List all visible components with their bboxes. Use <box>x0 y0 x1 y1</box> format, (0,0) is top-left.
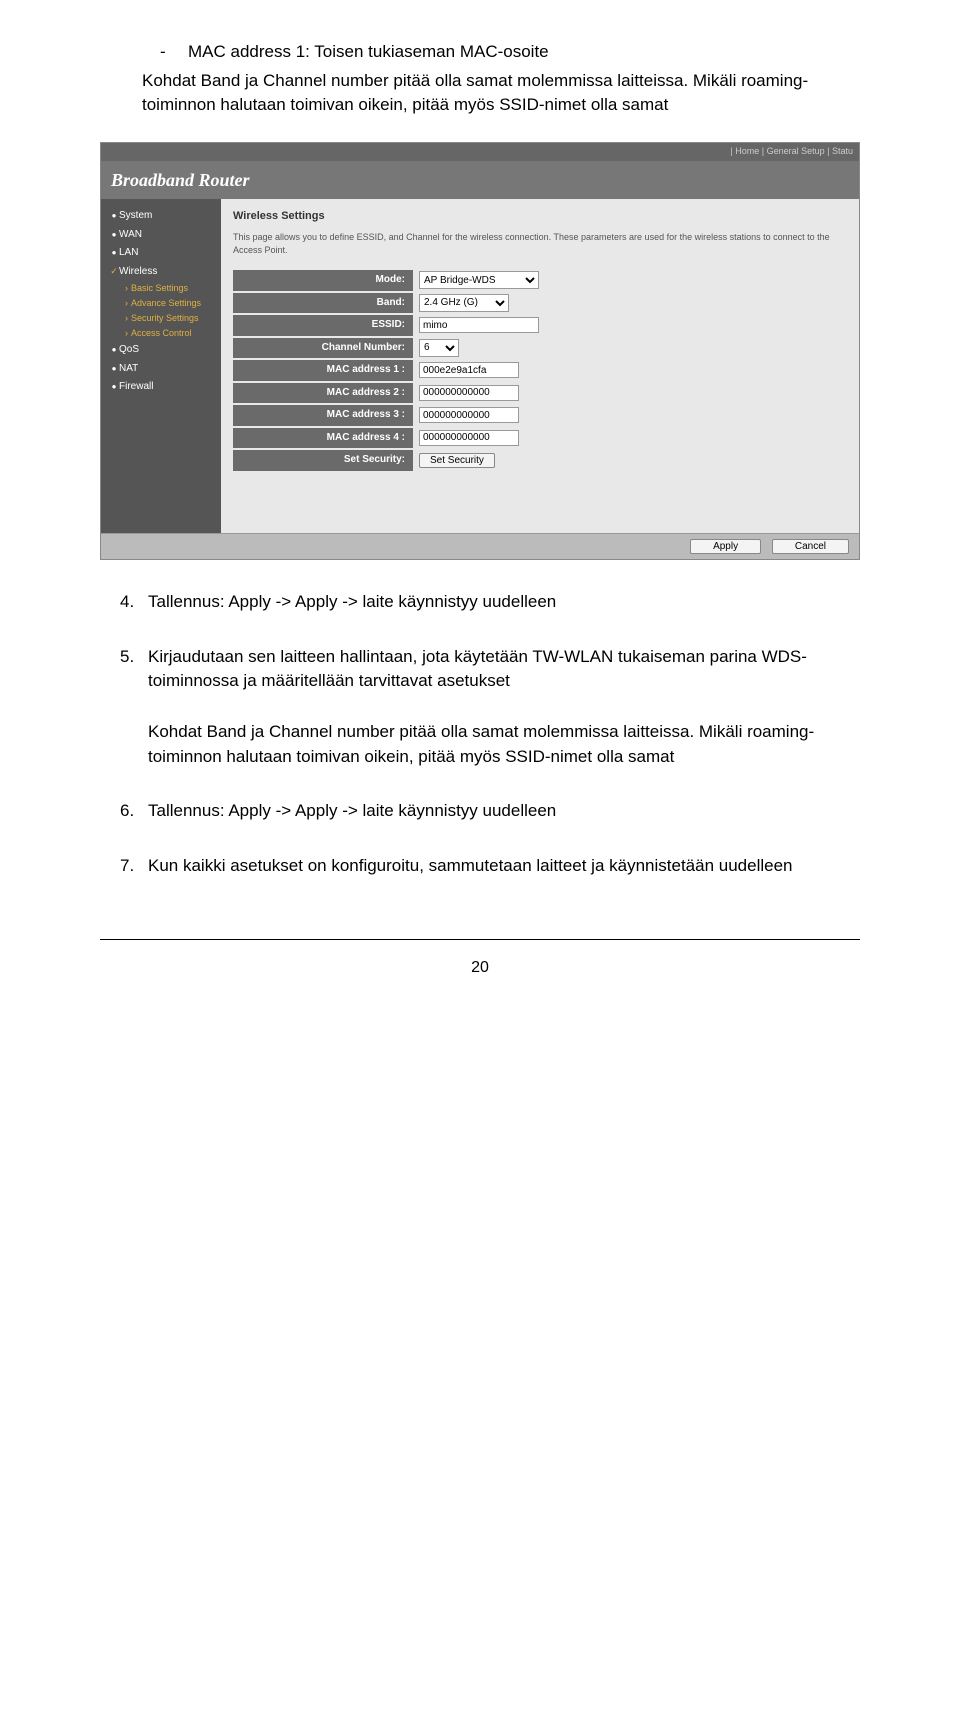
sidebar-label: LAN <box>119 246 138 261</box>
numbered-list: 4. Tallennus: Apply -> Apply -> laite kä… <box>120 590 860 878</box>
label-channel: Channel Number: <box>233 338 413 359</box>
sidebar-item-lan[interactable]: LAN <box>109 244 213 263</box>
list-number: 5. <box>120 645 148 770</box>
router-footer: Apply Cancel <box>101 533 859 560</box>
router-content: Wireless Settings This page allows you t… <box>221 199 859 533</box>
sidebar-item-qos[interactable]: QoS <box>109 341 213 360</box>
router-top-links: | Home | General Setup | Statu <box>101 143 859 161</box>
sidebar-item-system[interactable]: System <box>109 207 213 226</box>
list-item-7: 7. Kun kaikki asetukset on konfiguroitu,… <box>120 854 860 879</box>
sidebar-sub-basic[interactable]: Basic Settings <box>125 281 213 296</box>
bullet-icon <box>109 343 119 358</box>
list-item-4: 4. Tallennus: Apply -> Apply -> laite kä… <box>120 590 860 615</box>
sidebar-label: NAT <box>119 362 138 377</box>
sidebar-item-wan[interactable]: WAN <box>109 226 213 245</box>
router-main: System WAN LAN Wireless Basic Settings A… <box>101 199 859 533</box>
list-body: Tallennus: Apply -> Apply -> laite käynn… <box>148 590 860 615</box>
bullet-text: MAC address 1: Toisen tukiaseman MAC-oso… <box>188 40 860 65</box>
sidebar-sub-access[interactable]: Access Control <box>125 326 213 341</box>
router-brand: Broadband Router <box>101 161 859 199</box>
row-security: Set Security: Set Security <box>233 450 847 471</box>
list-item-6: 6. Tallennus: Apply -> Apply -> laite kä… <box>120 799 860 824</box>
page-divider <box>100 939 860 940</box>
sidebar-label: QoS <box>119 343 139 358</box>
sidebar-label: Firewall <box>119 380 153 395</box>
indent-paragraph: Kohdat Band ja Channel number pitää olla… <box>142 69 860 118</box>
sidebar-item-wireless[interactable]: Wireless <box>109 263 213 282</box>
page-number: 20 <box>100 956 860 979</box>
cancel-button[interactable]: Cancel <box>772 539 849 554</box>
list-body: Kun kaikki asetukset on konfiguroitu, sa… <box>148 854 860 879</box>
row-mac3: MAC address 3 : <box>233 405 847 426</box>
content-desc: This page allows you to define ESSID, an… <box>233 231 847 256</box>
label-security: Set Security: <box>233 450 413 471</box>
label-mac1: MAC address 1 : <box>233 360 413 381</box>
bullet-icon <box>109 228 119 243</box>
bullet-dash: - <box>160 40 188 65</box>
sidebar-item-firewall[interactable]: Firewall <box>109 378 213 397</box>
check-icon <box>109 265 119 280</box>
row-channel: Channel Number: 6 <box>233 338 847 359</box>
router-ui-screenshot: | Home | General Setup | Statu Broadband… <box>100 142 860 560</box>
list-item-5: 5. Kirjaudutaan sen laitteen hallintaan,… <box>120 645 860 770</box>
sidebar-sub-security[interactable]: Security Settings <box>125 311 213 326</box>
input-mac1[interactable] <box>419 362 519 378</box>
sidebar-label: Wireless <box>119 265 157 280</box>
sidebar-label: WAN <box>119 228 142 243</box>
label-essid: ESSID: <box>233 315 413 336</box>
list-body: Kirjaudutaan sen laitteen hallintaan, jo… <box>148 645 860 770</box>
doc-top-block: - MAC address 1: Toisen tukiaseman MAC-o… <box>100 40 860 118</box>
list-number: 7. <box>120 854 148 879</box>
label-mac3: MAC address 3 : <box>233 405 413 426</box>
row-band: Band: 2.4 GHz (G) <box>233 293 847 314</box>
row-mode: Mode: AP Bridge-WDS <box>233 270 847 291</box>
content-title: Wireless Settings <box>233 209 847 225</box>
bullet-icon <box>109 380 119 395</box>
row-mac1: MAC address 1 : <box>233 360 847 381</box>
sidebar-label: System <box>119 209 152 224</box>
bullet-icon <box>109 362 119 377</box>
list-number: 4. <box>120 590 148 615</box>
list-text-5a: Kirjaudutaan sen laitteen hallintaan, jo… <box>148 645 860 694</box>
set-security-button[interactable]: Set Security <box>419 453 495 468</box>
row-essid: ESSID: <box>233 315 847 336</box>
apply-button[interactable]: Apply <box>690 539 761 554</box>
label-mac2: MAC address 2 : <box>233 383 413 404</box>
router-sidebar: System WAN LAN Wireless Basic Settings A… <box>101 199 221 533</box>
label-mode: Mode: <box>233 270 413 291</box>
row-mac4: MAC address 4 : <box>233 428 847 449</box>
label-band: Band: <box>233 293 413 314</box>
bullet-icon <box>109 209 119 224</box>
label-mac4: MAC address 4 : <box>233 428 413 449</box>
select-band[interactable]: 2.4 GHz (G) <box>419 294 509 312</box>
row-mac2: MAC address 2 : <box>233 383 847 404</box>
list-text-5b: Kohdat Band ja Channel number pitää olla… <box>148 720 860 769</box>
input-mac2[interactable] <box>419 385 519 401</box>
sidebar-sub-advance[interactable]: Advance Settings <box>125 296 213 311</box>
input-mac3[interactable] <box>419 407 519 423</box>
bullet-row: - MAC address 1: Toisen tukiaseman MAC-o… <box>160 40 860 65</box>
list-body: Tallennus: Apply -> Apply -> laite käynn… <box>148 799 860 824</box>
select-channel[interactable]: 6 <box>419 339 459 357</box>
input-essid[interactable] <box>419 317 539 333</box>
list-number: 6. <box>120 799 148 824</box>
bullet-icon <box>109 246 119 261</box>
select-mode[interactable]: AP Bridge-WDS <box>419 271 539 289</box>
input-mac4[interactable] <box>419 430 519 446</box>
sidebar-item-nat[interactable]: NAT <box>109 360 213 379</box>
